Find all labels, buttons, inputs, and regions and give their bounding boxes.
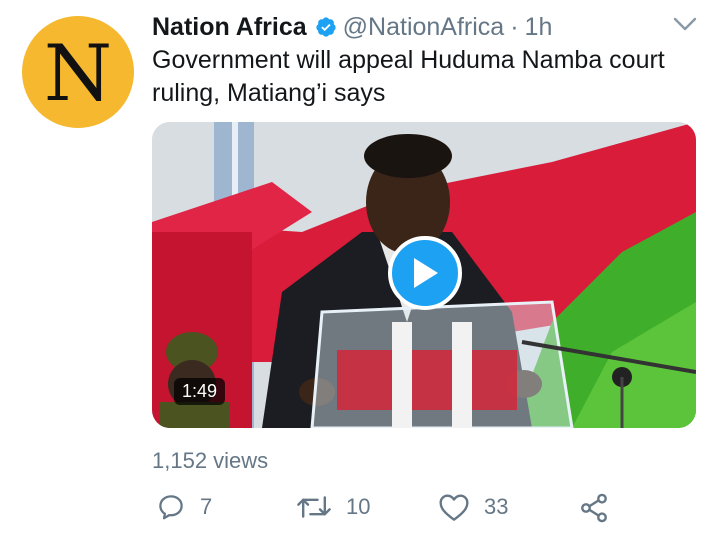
verified-badge-icon [316,17,336,37]
retweet-icon [297,496,331,518]
separator-dot: · [510,12,519,41]
retweet-button[interactable]: 10 [296,492,370,522]
view-count: 1,152 views [152,448,269,473]
share-icon [581,493,607,523]
author-name[interactable]: Nation Africa [152,13,307,42]
tweet-actions: 7 10 33 [152,492,672,536]
avatar[interactable]: N [22,16,134,128]
play-button[interactable] [388,236,462,310]
play-icon [414,258,438,288]
like-button[interactable]: 33 [438,492,508,522]
video-duration: 1:49 [174,378,226,405]
tweet-header: Nation Africa @NationAfrica · 1h [152,10,680,44]
share-button[interactable] [578,492,624,524]
reply-count: 7 [200,494,213,519]
avatar-letter: N [43,29,113,119]
like-count: 33 [484,494,509,519]
reply-icon [159,495,183,520]
author-handle[interactable]: @NationAfrica [343,13,505,42]
tweet-time[interactable]: 1h [525,13,553,42]
like-icon [439,494,469,521]
reply-button[interactable]: 7 [156,492,212,522]
chevron-down-icon[interactable] [672,14,698,34]
video-player[interactable]: 1:49 [152,122,696,428]
tweet-text: Government will appeal Huduma Namba cour… [152,46,665,107]
retweet-count: 10 [346,494,371,519]
